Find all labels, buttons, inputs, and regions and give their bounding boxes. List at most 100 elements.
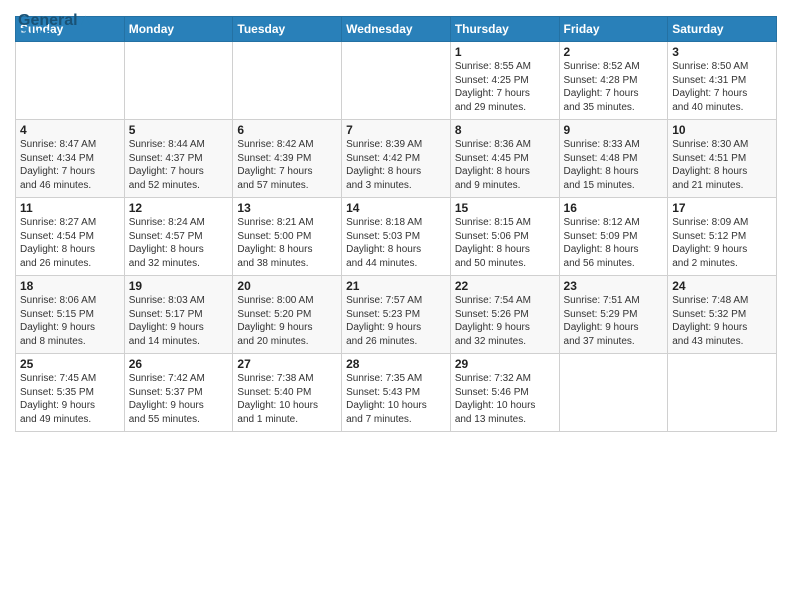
calendar-cell: 1Sunrise: 8:55 AMSunset: 4:25 PMDaylight… bbox=[450, 42, 559, 120]
cell-text-line: and 38 minutes. bbox=[237, 257, 337, 271]
calendar-cell: 18Sunrise: 8:06 AMSunset: 5:15 PMDayligh… bbox=[16, 276, 125, 354]
calendar-cell: 22Sunrise: 7:54 AMSunset: 5:26 PMDayligh… bbox=[450, 276, 559, 354]
cell-text-line: Daylight: 7 hours bbox=[20, 165, 120, 179]
day-number: 24 bbox=[672, 279, 772, 293]
cell-text-line: Daylight: 7 hours bbox=[672, 87, 772, 101]
calendar-cell bbox=[559, 354, 668, 432]
day-number: 17 bbox=[672, 201, 772, 215]
calendar-cell: 19Sunrise: 8:03 AMSunset: 5:17 PMDayligh… bbox=[124, 276, 233, 354]
cell-text-line: Daylight: 8 hours bbox=[672, 165, 772, 179]
cell-text-line: Sunset: 5:17 PM bbox=[129, 308, 229, 322]
day-number: 15 bbox=[455, 201, 555, 215]
cell-text-line: Sunset: 4:45 PM bbox=[455, 152, 555, 166]
cell-text-line: Daylight: 9 hours bbox=[455, 321, 555, 335]
cell-text-line: Sunrise: 7:38 AM bbox=[237, 372, 337, 386]
cell-text-line: Daylight: 9 hours bbox=[20, 399, 120, 413]
calendar-cell: 15Sunrise: 8:15 AMSunset: 5:06 PMDayligh… bbox=[450, 198, 559, 276]
weekday-header-tuesday: Tuesday bbox=[233, 17, 342, 42]
cell-text-line: Daylight: 10 hours bbox=[237, 399, 337, 413]
cell-text-line: Daylight: 10 hours bbox=[346, 399, 446, 413]
cell-text-line: Sunrise: 7:57 AM bbox=[346, 294, 446, 308]
cell-text-line: and 3 minutes. bbox=[346, 179, 446, 193]
cell-text-line: Sunset: 4:51 PM bbox=[672, 152, 772, 166]
week-row-1: 4Sunrise: 8:47 AMSunset: 4:34 PMDaylight… bbox=[16, 120, 777, 198]
calendar-cell: 24Sunrise: 7:48 AMSunset: 5:32 PMDayligh… bbox=[668, 276, 777, 354]
weekday-header-monday: Monday bbox=[124, 17, 233, 42]
cell-text-line: Sunset: 5:06 PM bbox=[455, 230, 555, 244]
cell-text-line: Daylight: 9 hours bbox=[672, 321, 772, 335]
cell-text-line: and 8 minutes. bbox=[20, 335, 120, 349]
cell-text-line: Daylight: 8 hours bbox=[129, 243, 229, 257]
cell-text-line: Sunset: 5:35 PM bbox=[20, 386, 120, 400]
cell-text-line: Daylight: 7 hours bbox=[455, 87, 555, 101]
cell-text-line: Sunrise: 7:48 AM bbox=[672, 294, 772, 308]
calendar-cell bbox=[668, 354, 777, 432]
cell-text-line: and 21 minutes. bbox=[672, 179, 772, 193]
calendar-cell: 17Sunrise: 8:09 AMSunset: 5:12 PMDayligh… bbox=[668, 198, 777, 276]
cell-text-line: and 26 minutes. bbox=[20, 257, 120, 271]
cell-text-line: Sunset: 4:54 PM bbox=[20, 230, 120, 244]
day-number: 10 bbox=[672, 123, 772, 137]
calendar-cell: 2Sunrise: 8:52 AMSunset: 4:28 PMDaylight… bbox=[559, 42, 668, 120]
cell-text-line: Sunrise: 8:39 AM bbox=[346, 138, 446, 152]
cell-text-line: Sunset: 5:15 PM bbox=[20, 308, 120, 322]
cell-text-line: Daylight: 7 hours bbox=[564, 87, 664, 101]
cell-text-line: Daylight: 8 hours bbox=[455, 243, 555, 257]
cell-text-line: Sunrise: 7:32 AM bbox=[455, 372, 555, 386]
cell-text-line: and 14 minutes. bbox=[129, 335, 229, 349]
cell-text-line: Daylight: 9 hours bbox=[237, 321, 337, 335]
cell-text-line: Sunrise: 7:45 AM bbox=[20, 372, 120, 386]
day-number: 28 bbox=[346, 357, 446, 371]
cell-text-line: and 55 minutes. bbox=[129, 413, 229, 427]
cell-text-line: Daylight: 7 hours bbox=[129, 165, 229, 179]
cell-text-line: Sunrise: 8:55 AM bbox=[455, 60, 555, 74]
cell-text-line: and 2 minutes. bbox=[672, 257, 772, 271]
calendar-cell: 25Sunrise: 7:45 AMSunset: 5:35 PMDayligh… bbox=[16, 354, 125, 432]
cell-text-line: Sunset: 5:43 PM bbox=[346, 386, 446, 400]
cell-text-line: Sunset: 5:32 PM bbox=[672, 308, 772, 322]
cell-text-line: Sunset: 5:00 PM bbox=[237, 230, 337, 244]
day-number: 2 bbox=[564, 45, 664, 59]
day-number: 9 bbox=[564, 123, 664, 137]
cell-text-line: Sunrise: 8:15 AM bbox=[455, 216, 555, 230]
cell-text-line: Sunrise: 8:30 AM bbox=[672, 138, 772, 152]
calendar-cell bbox=[16, 42, 125, 120]
calendar-cell: 10Sunrise: 8:30 AMSunset: 4:51 PMDayligh… bbox=[668, 120, 777, 198]
day-number: 26 bbox=[129, 357, 229, 371]
cell-text-line: Sunrise: 8:00 AM bbox=[237, 294, 337, 308]
cell-text-line: Sunrise: 8:42 AM bbox=[237, 138, 337, 152]
cell-text-line: Daylight: 8 hours bbox=[346, 165, 446, 179]
cell-text-line: Sunrise: 8:24 AM bbox=[129, 216, 229, 230]
calendar-cell: 9Sunrise: 8:33 AMSunset: 4:48 PMDaylight… bbox=[559, 120, 668, 198]
cell-text-line: Sunset: 5:46 PM bbox=[455, 386, 555, 400]
calendar-cell: 6Sunrise: 8:42 AMSunset: 4:39 PMDaylight… bbox=[233, 120, 342, 198]
cell-text-line: Sunrise: 8:21 AM bbox=[237, 216, 337, 230]
cell-text-line: and 35 minutes. bbox=[564, 101, 664, 115]
cell-text-line: Sunset: 5:40 PM bbox=[237, 386, 337, 400]
day-number: 20 bbox=[237, 279, 337, 293]
calendar-cell: 23Sunrise: 7:51 AMSunset: 5:29 PMDayligh… bbox=[559, 276, 668, 354]
cell-text-line: Sunrise: 7:35 AM bbox=[346, 372, 446, 386]
day-number: 21 bbox=[346, 279, 446, 293]
cell-text-line: Sunset: 4:39 PM bbox=[237, 152, 337, 166]
day-number: 6 bbox=[237, 123, 337, 137]
week-row-3: 18Sunrise: 8:06 AMSunset: 5:15 PMDayligh… bbox=[16, 276, 777, 354]
cell-text-line: Sunset: 5:20 PM bbox=[237, 308, 337, 322]
weekday-header-row: SundayMondayTuesdayWednesdayThursdayFrid… bbox=[16, 17, 777, 42]
cell-text-line: Sunset: 5:12 PM bbox=[672, 230, 772, 244]
cell-text-line: and 9 minutes. bbox=[455, 179, 555, 193]
cell-text-line: Sunrise: 8:33 AM bbox=[564, 138, 664, 152]
calendar-cell: 14Sunrise: 8:18 AMSunset: 5:03 PMDayligh… bbox=[342, 198, 451, 276]
cell-text-line: Sunrise: 8:12 AM bbox=[564, 216, 664, 230]
day-number: 29 bbox=[455, 357, 555, 371]
cell-text-line: Sunset: 4:31 PM bbox=[672, 74, 772, 88]
calendar-cell: 3Sunrise: 8:50 AMSunset: 4:31 PMDaylight… bbox=[668, 42, 777, 120]
cell-text-line: and 46 minutes. bbox=[20, 179, 120, 193]
cell-text-line: Daylight: 9 hours bbox=[672, 243, 772, 257]
cell-text-line: Sunrise: 8:06 AM bbox=[20, 294, 120, 308]
cell-text-line: Sunset: 4:37 PM bbox=[129, 152, 229, 166]
cell-text-line: Sunset: 4:25 PM bbox=[455, 74, 555, 88]
cell-text-line: Sunrise: 7:54 AM bbox=[455, 294, 555, 308]
calendar-cell: 12Sunrise: 8:24 AMSunset: 4:57 PMDayligh… bbox=[124, 198, 233, 276]
calendar-cell: 7Sunrise: 8:39 AMSunset: 4:42 PMDaylight… bbox=[342, 120, 451, 198]
